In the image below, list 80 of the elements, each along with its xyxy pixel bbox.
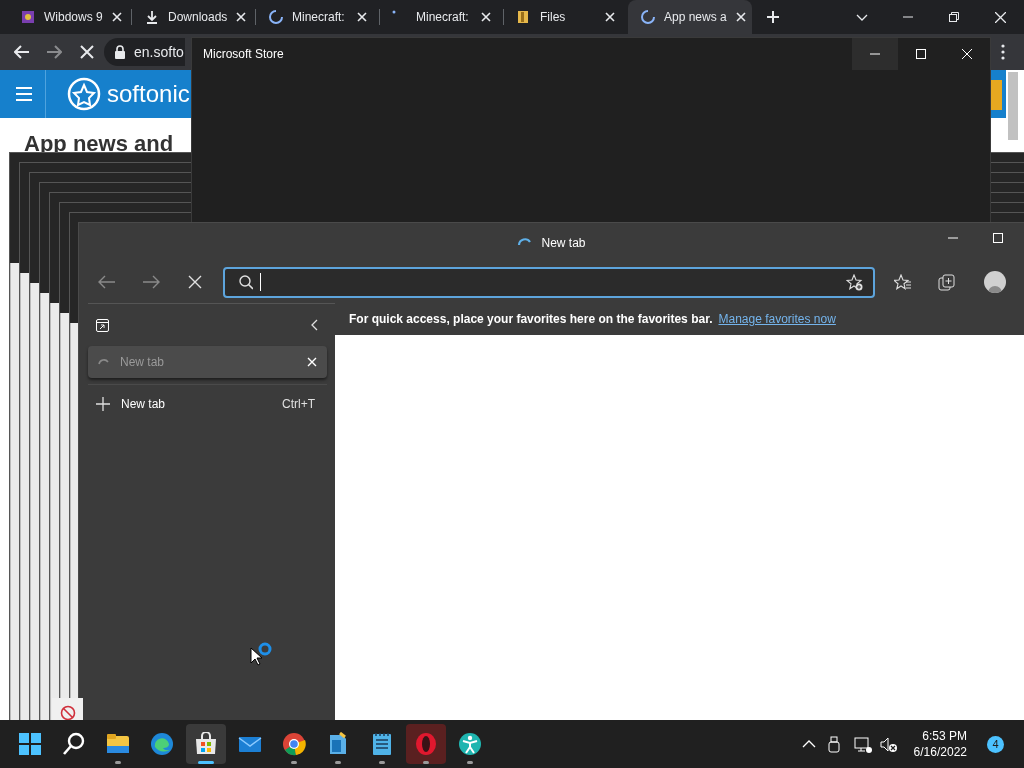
store-bag-icon bbox=[194, 732, 218, 756]
usb-drive-icon[interactable] bbox=[827, 735, 840, 753]
browser-tab[interactable]: Downloads bbox=[132, 0, 256, 34]
loading-spinner-icon bbox=[268, 9, 284, 25]
new-tab-icon[interactable] bbox=[766, 10, 780, 24]
notepad-icon bbox=[370, 732, 394, 756]
menu-icon[interactable] bbox=[16, 87, 32, 101]
vertical-tabs-icon[interactable] bbox=[96, 318, 109, 332]
logo-text[interactable]: softonic bbox=[107, 76, 190, 112]
search-icon bbox=[237, 274, 253, 290]
mouse-cursor-icon bbox=[250, 647, 264, 667]
window-title: New tab bbox=[541, 235, 586, 252]
notification-badge[interactable]: 4 bbox=[987, 735, 1004, 753]
tab-title: Files bbox=[540, 9, 566, 26]
loading-spinner-icon bbox=[98, 357, 110, 367]
tab-title: Wibdows 9 bbox=[44, 9, 103, 26]
clock[interactable]: 6:53 PM 6/16/2022 bbox=[907, 728, 973, 760]
close-icon[interactable] bbox=[604, 11, 616, 23]
close-icon[interactable] bbox=[734, 11, 747, 23]
chrome-icon bbox=[282, 732, 306, 756]
collapse-icon[interactable] bbox=[311, 319, 318, 331]
close-icon[interactable] bbox=[235, 11, 248, 23]
address-bar[interactable]: en.softo bbox=[104, 38, 185, 66]
opera-icon bbox=[414, 732, 438, 756]
maximize-icon[interactable] bbox=[916, 49, 926, 59]
profile-avatar[interactable] bbox=[984, 271, 1006, 293]
browser-tab[interactable]: App news a bbox=[628, 0, 752, 34]
clock-date: 6/16/2022 bbox=[913, 744, 967, 760]
clock-time: 6:53 PM bbox=[922, 728, 967, 744]
dropdown-icon[interactable] bbox=[856, 13, 868, 21]
add-favorite-icon[interactable] bbox=[846, 273, 863, 291]
close-icon[interactable] bbox=[110, 11, 123, 23]
scrollbar-thumb[interactable] bbox=[1008, 72, 1018, 140]
close-icon[interactable] bbox=[480, 11, 492, 23]
url-text: en.softo bbox=[134, 42, 184, 62]
tab-title: Minecraft: bbox=[416, 9, 469, 26]
volume-muted-icon[interactable] bbox=[879, 735, 898, 753]
chevron-up-icon[interactable] bbox=[801, 740, 816, 748]
restore-icon[interactable] bbox=[949, 12, 959, 22]
logo-icon[interactable] bbox=[66, 76, 102, 112]
search-icon bbox=[62, 732, 86, 756]
browser-tab[interactable]: Minecraft: bbox=[256, 0, 380, 34]
busy-ring-icon bbox=[258, 642, 272, 656]
browser-tab[interactable]: Files bbox=[504, 0, 628, 34]
stop-icon[interactable] bbox=[188, 275, 202, 289]
manage-favorites-link[interactable]: Manage favorites now bbox=[718, 310, 836, 328]
new-tab-button[interactable]: New tab Ctrl+T bbox=[88, 385, 323, 423]
app-icon bbox=[20, 9, 36, 25]
download-icon bbox=[144, 9, 160, 25]
browser-tab[interactable]: Wibdows 9 bbox=[8, 0, 132, 34]
taskbar-button[interactable] bbox=[186, 724, 226, 764]
close-icon[interactable] bbox=[995, 11, 1006, 23]
prohibited-icon bbox=[59, 705, 76, 721]
shortcut-text: Ctrl+T bbox=[282, 396, 315, 413]
browser-icon bbox=[150, 732, 174, 756]
network-icon[interactable] bbox=[853, 735, 872, 753]
tab-title: Downloads bbox=[168, 9, 228, 26]
more-icon[interactable] bbox=[1001, 44, 1005, 60]
lock-icon bbox=[114, 45, 126, 59]
tab-title: Minecraft: bbox=[292, 9, 345, 26]
loading-spinner-icon bbox=[640, 9, 656, 25]
maximize-icon[interactable] bbox=[993, 233, 1003, 243]
favorites-bar-message: For quick access, place your favorites here on the favorites bar. bbox=[349, 311, 713, 328]
loading-spinner-icon bbox=[392, 10, 396, 14]
address-field[interactable] bbox=[223, 266, 875, 298]
forward-icon[interactable] bbox=[46, 44, 62, 60]
accessibility-icon bbox=[458, 732, 482, 756]
browser-tab[interactable]: Minecraft: bbox=[380, 0, 504, 34]
favorites-icon[interactable] bbox=[894, 273, 912, 291]
new-tab-label: New tab bbox=[121, 396, 167, 413]
folder-icon bbox=[106, 732, 130, 756]
close-icon[interactable] bbox=[356, 11, 368, 23]
plus-icon bbox=[96, 397, 110, 411]
start-icon bbox=[18, 732, 42, 756]
collections-icon[interactable] bbox=[938, 273, 955, 291]
forward-icon[interactable] bbox=[142, 274, 160, 290]
stop-icon[interactable] bbox=[80, 45, 94, 59]
tab-title: New tab bbox=[120, 354, 166, 371]
tab-title: App news a bbox=[664, 9, 727, 26]
window-title: Microsoft Store bbox=[203, 46, 284, 63]
